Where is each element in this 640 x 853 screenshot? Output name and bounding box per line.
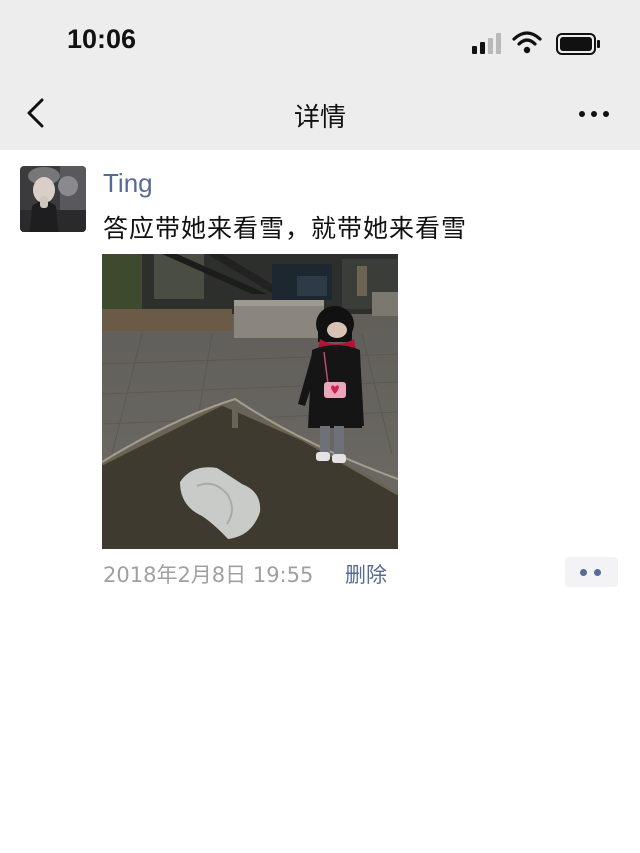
comment-dot [594,569,601,576]
page-title: 详情 [293,103,346,133]
comment-dot [580,569,587,576]
avatar[interactable] [20,166,86,232]
signal-icon [472,33,501,54]
comment-dots-icon[interactable] [565,557,618,587]
delete-link[interactable]: 删除 [345,559,387,589]
post-photo[interactable] [102,254,398,549]
wifi-icon [512,31,542,54]
more-dots-icon[interactable] [578,108,610,120]
status-time: 10:06 [67,24,137,54]
header-area: 10:06 详情 [0,0,640,150]
author-name[interactable]: Ting [103,168,153,199]
post-text: 答应带她来看雪，就带她来看雪 [103,214,468,243]
post-timestamp: 2018年2月8日 19:55 [103,563,314,587]
battery-icon [556,33,600,55]
comments-area [0,600,640,853]
